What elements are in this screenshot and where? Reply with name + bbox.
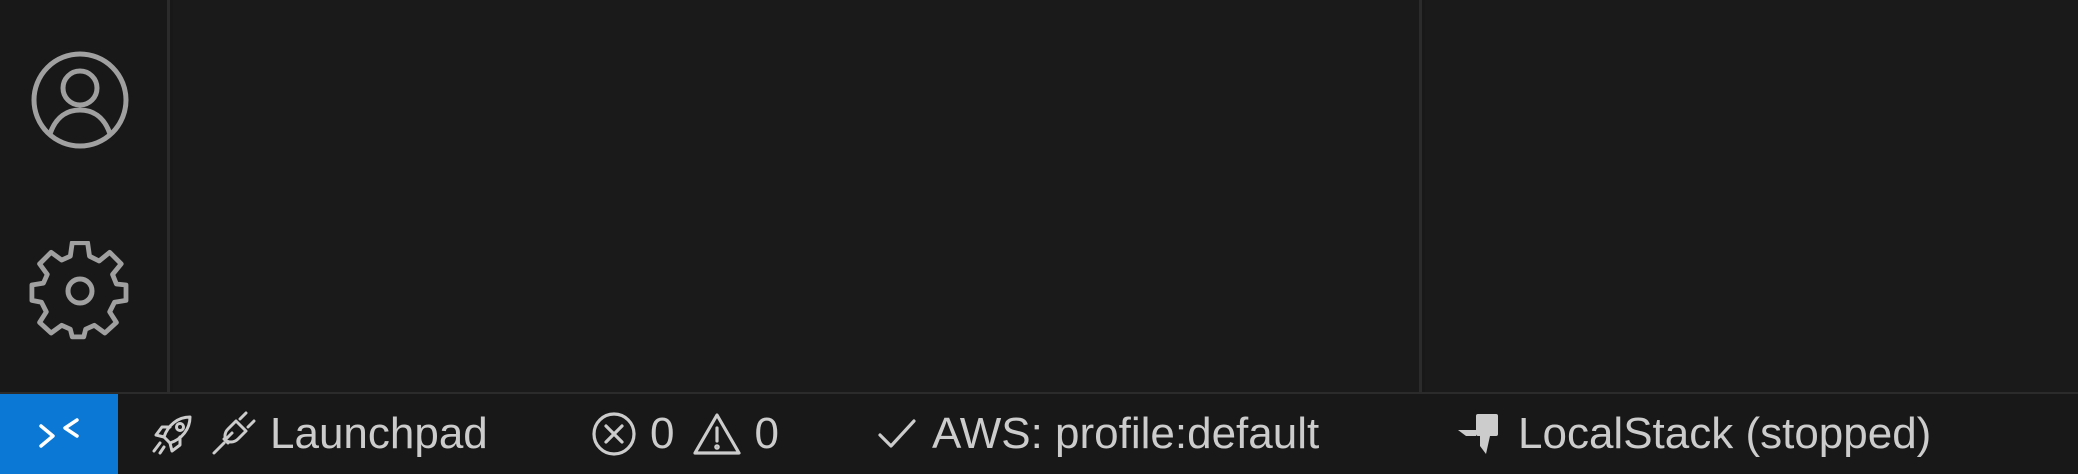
launchpad-status-item[interactable]: Launchpad — [150, 394, 488, 474]
plug-icon — [212, 411, 256, 455]
status-bar: Launchpad 0 0 AWS: profile:default Local… — [0, 392, 2078, 474]
problems-status-item[interactable]: 0 0 — [590, 394, 779, 474]
error-count: 0 — [650, 409, 675, 458]
localstack-label: LocalStack (stopped) — [1518, 409, 1932, 458]
check-icon — [878, 419, 916, 448]
gear-icon[interactable] — [28, 241, 132, 345]
launchpad-label: Launchpad — [270, 409, 488, 458]
activity-bar — [0, 0, 170, 392]
editor-area — [173, 0, 1422, 392]
warning-icon — [693, 413, 742, 455]
warning-count: 0 — [754, 409, 779, 458]
aws-profile-label: AWS: profile:default — [932, 409, 1320, 458]
localstack-icon — [1458, 414, 1498, 454]
aws-profile-status-item[interactable]: AWS: profile:default — [876, 394, 1319, 474]
remote-indicator-icon — [39, 418, 79, 448]
secondary-side-panel — [1425, 0, 2078, 392]
rocket-icon — [152, 415, 192, 455]
error-icon — [592, 412, 636, 456]
remote-indicator-button[interactable] — [0, 394, 118, 474]
account-icon[interactable] — [28, 48, 132, 152]
localstack-status-item[interactable]: LocalStack (stopped) — [1456, 394, 1931, 474]
